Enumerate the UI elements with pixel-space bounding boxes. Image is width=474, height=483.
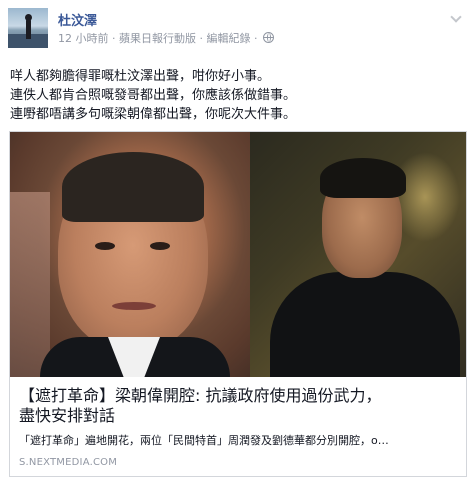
facebook-post: 杜汶澤 12 小時前 · 蘋果日報行動版 · 編輯紀錄 · 咩人都夠膽得罪嘅杜汶… (0, 0, 474, 483)
post-message-line: 咩人都夠膽得罪嘅杜汶澤出聲，咁你好小事。 (10, 69, 271, 84)
photo-hair (62, 152, 204, 222)
photo-mouth (112, 302, 156, 310)
edit-history-link[interactable]: 編輯紀錄 (207, 32, 251, 45)
photo-eye (150, 242, 170, 250)
link-description: 「遮打革命」遍地開花，兩位「民間特首」周潤發及劉德華都分別開腔，o… (19, 434, 389, 447)
photo-left (10, 132, 250, 377)
link-domain: S.NEXTMEDIA.COM (19, 457, 118, 468)
photo-right (250, 132, 466, 377)
avatar-person-body (26, 19, 31, 39)
photo-background (10, 192, 50, 377)
post-meta: 12 小時前 · 蘋果日報行動版 · 編輯紀錄 · (58, 30, 274, 46)
author-name-link[interactable]: 杜汶澤 (58, 10, 97, 29)
post-message-line: 連佚人都肯合照嘅發哥都出聲，你應該係做錯事。 (10, 88, 297, 103)
post-message-line: 連嘢都唔講多句嘅梁朝偉都出聲，你呢次大件事。 (10, 107, 297, 122)
link-title-line: 【遮打革命】梁朝偉開腔: 抗議政府使用過份武力， (19, 386, 382, 405)
globe-icon[interactable] (263, 32, 274, 43)
author-avatar[interactable] (8, 8, 48, 48)
link-title[interactable]: 【遮打革命】梁朝偉開腔: 抗議政府使用過份武力， 盡快安排對話 (19, 386, 459, 426)
link-preview-image[interactable] (10, 132, 466, 377)
post-timestamp[interactable]: 12 小時前 (58, 32, 109, 45)
post-message: 咩人都夠膽得罪嘅杜汶澤出聲，咁你好小事。 連佚人都肯合照嘅發哥都出聲，你應該係做… (10, 67, 466, 124)
photo-eye (95, 242, 115, 250)
meta-separator: · (112, 32, 116, 45)
post-header: 杜汶澤 12 小時前 · 蘋果日報行動版 · 編輯紀錄 · (8, 8, 466, 48)
meta-separator: · (199, 32, 204, 45)
meta-separator: · (254, 32, 258, 45)
photo-hair (320, 158, 406, 198)
chevron-down-icon[interactable] (450, 12, 462, 24)
post-via-app[interactable]: 蘋果日報行動版 (119, 32, 196, 45)
link-preview-card[interactable]: 【遮打革命】梁朝偉開腔: 抗議政府使用過份武力， 盡快安排對話 「遮打革命」遍地… (9, 131, 467, 477)
photo-robe (270, 272, 460, 377)
link-title-line: 盡快安排對話 (19, 406, 116, 425)
